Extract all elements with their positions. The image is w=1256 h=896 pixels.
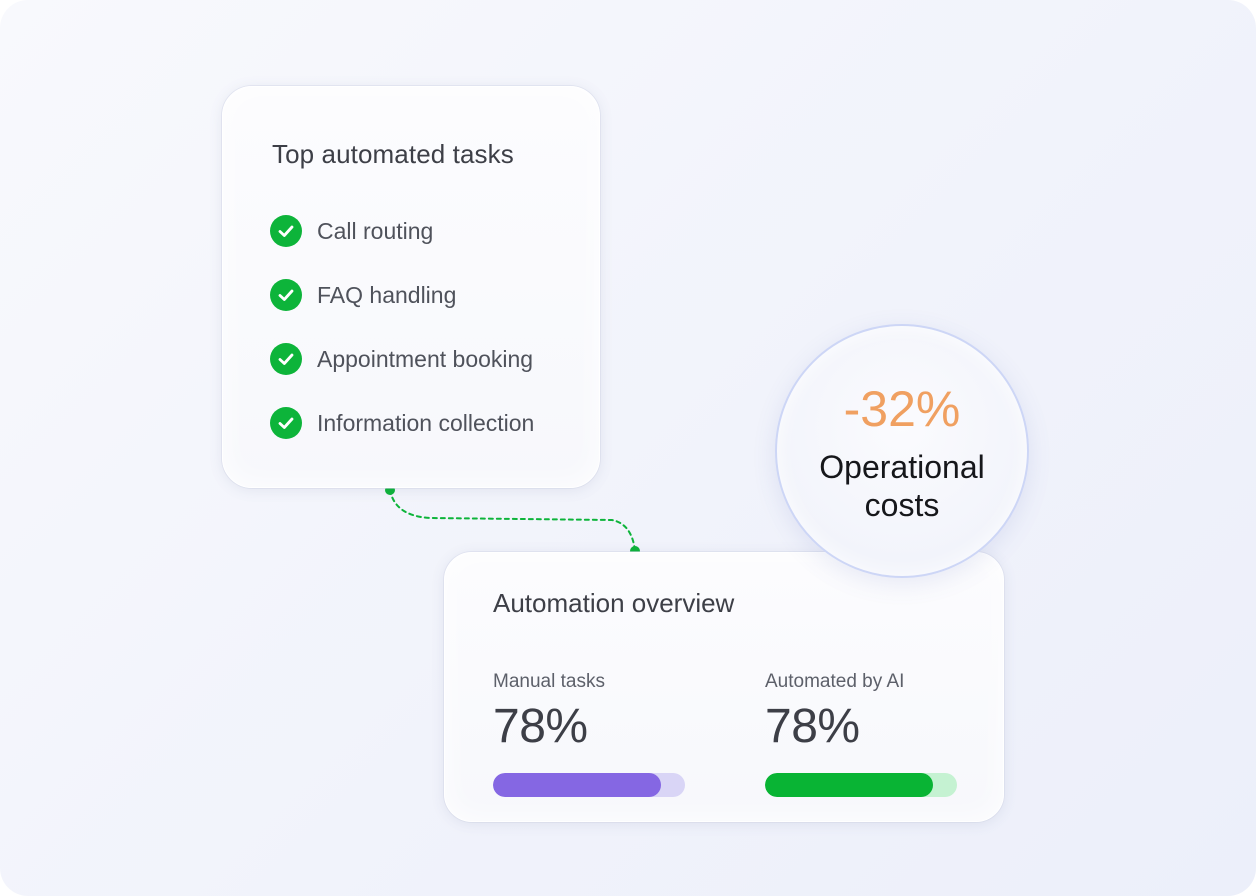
task-list: Call routing FAQ handling Appointment bo… — [270, 215, 534, 471]
top-tasks-card: Top automated tasks Call routing FAQ han… — [222, 86, 600, 488]
tasks-card-title: Top automated tasks — [272, 139, 514, 169]
check-circle-icon — [270, 279, 302, 311]
task-item-appointment-booking: Appointment booking — [270, 343, 534, 375]
automation-overview-card: Automation overview Manual tasks 78% Aut… — [444, 552, 1004, 822]
automated-by-ai-progress-track — [765, 773, 957, 797]
manual-tasks-value: 78% — [493, 700, 588, 753]
task-item-faq-handling: FAQ handling — [270, 279, 534, 311]
operational-costs-badge: -32% Operational costs — [775, 324, 1029, 578]
manual-tasks-label: Manual tasks — [493, 671, 605, 692]
task-label: Information collection — [317, 409, 535, 436]
check-circle-icon — [270, 343, 302, 375]
manual-tasks-progress-fill — [493, 773, 661, 797]
canvas: Top automated tasks Call routing FAQ han… — [0, 0, 1256, 896]
task-label: Appointment booking — [317, 345, 534, 372]
overview-card-title: Automation overview — [493, 588, 735, 618]
operational-costs-label-line1: Operational — [819, 449, 985, 485]
check-circle-icon — [270, 407, 302, 439]
task-item-call-routing: Call routing — [270, 215, 534, 247]
manual-tasks-stat: Manual tasks 78% — [493, 671, 685, 797]
operational-costs-value: -32% — [843, 381, 961, 437]
operational-costs-label: Operational costs — [777, 448, 1027, 524]
task-label: Call routing — [317, 217, 434, 244]
automated-by-ai-value: 78% — [765, 700, 860, 753]
manual-tasks-progress-track — [493, 773, 685, 797]
task-item-information-collection: Information collection — [270, 407, 534, 439]
automated-by-ai-progress-fill — [765, 773, 933, 797]
check-circle-icon — [270, 215, 302, 247]
automated-by-ai-label: Automated by AI — [765, 671, 905, 692]
task-label: FAQ handling — [317, 281, 457, 308]
automated-by-ai-stat: Automated by AI 78% — [765, 671, 957, 797]
operational-costs-label-line2: costs — [864, 487, 940, 523]
